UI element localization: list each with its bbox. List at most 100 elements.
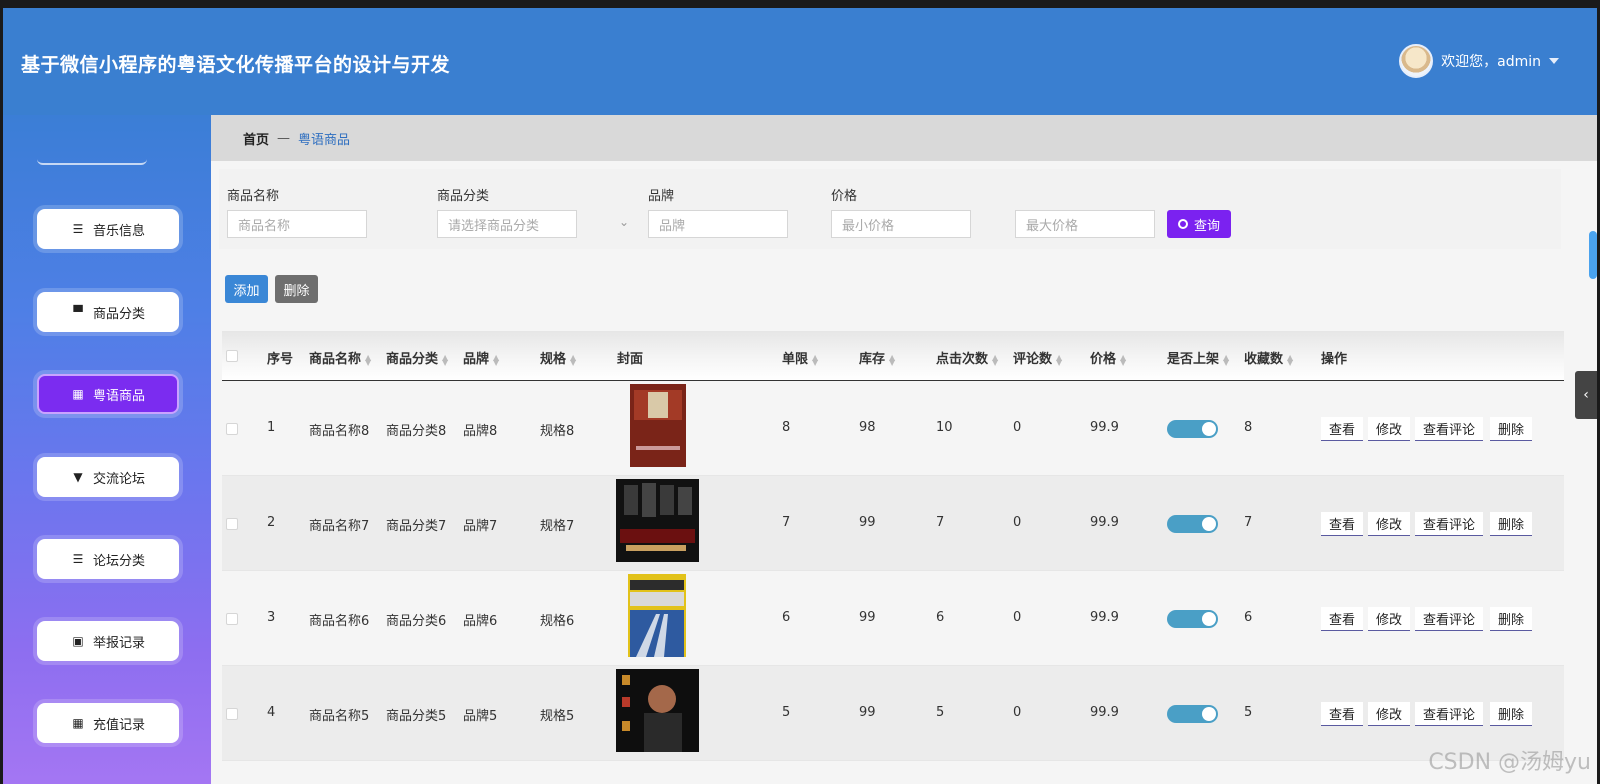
brand-label: 品牌 (648, 189, 675, 204)
breadcrumb-home[interactable]: 首页 (243, 129, 269, 148)
row-checkbox[interactable] (226, 613, 238, 625)
view-comments-button[interactable]: 查看评论 (1415, 417, 1484, 441)
sort-icon: ▲ ▼ (442, 352, 449, 367)
header-favorites[interactable]: 收藏数 ▲ ▼ (1244, 348, 1293, 367)
product-name-input[interactable]: 商品名称 (227, 210, 367, 238)
onsale-toggle[interactable] (1167, 705, 1218, 723)
cell-stock: 99 (859, 515, 876, 530)
view-comments-button[interactable]: 查看评论 (1415, 702, 1484, 726)
header-stock[interactable]: 库存 ▲ ▼ (859, 348, 895, 367)
sort-icon: ▲ ▼ (1223, 352, 1230, 367)
product-name-label: 商品名称 (227, 189, 280, 204)
row-delete-button[interactable]: 删除 (1490, 417, 1533, 441)
sidebar-item-forum[interactable]: ▼ 交流论坛 (37, 457, 179, 497)
cell-brand: 品牌7 (463, 519, 498, 534)
avatar[interactable] (1399, 44, 1434, 78)
cover-image[interactable] (616, 479, 699, 562)
onsale-toggle[interactable] (1167, 420, 1218, 438)
cell-limit: 5 (782, 705, 791, 720)
cell-index: 1 (267, 420, 276, 435)
sidebar-item-recharge-records[interactable]: ▦ 充值记录 (37, 703, 179, 743)
header-cover: 封面 (617, 352, 644, 367)
cell-stock: 99 (859, 705, 876, 720)
cell-brand: 品牌8 (463, 424, 498, 439)
table-row: 3 商品名称6 商品分类6 品牌6 规格6 6 99 6 0 99.9 6 查看… (222, 571, 1564, 666)
product-category-select[interactable]: 请选择商品分类 (437, 210, 577, 238)
header-brand[interactable]: 品牌 ▲ ▼ (463, 348, 499, 367)
header-spec[interactable]: 规格 ▲ ▼ (540, 348, 576, 367)
view-comments-button[interactable]: 查看评论 (1415, 512, 1484, 536)
header-comments[interactable]: 评论数 ▲ ▼ (1013, 348, 1062, 367)
brand-input[interactable]: 品牌 (648, 210, 788, 238)
cover-image[interactable] (628, 574, 686, 657)
sidebar-item-report-records[interactable]: ▣ 举报记录 (37, 621, 179, 661)
view-comments-button[interactable]: 查看评论 (1415, 607, 1484, 631)
header-price[interactable]: 价格 ▲ ▼ (1090, 348, 1126, 367)
view-button[interactable]: 查看 (1321, 512, 1364, 536)
cell-name: 商品名称7 (309, 519, 370, 534)
cell-index: 2 (267, 515, 276, 530)
table-row: 1 商品名称8 商品分类8 品牌8 规格8 8 98 10 0 99.9 8 查… (222, 381, 1564, 476)
onsale-toggle[interactable] (1167, 610, 1218, 628)
sidebar-item-label: 充值记录 (92, 717, 145, 733)
add-button[interactable]: 添加 (225, 275, 268, 303)
sidebar-item-music-info[interactable]: ☰ 音乐信息 (37, 209, 179, 249)
monitor-icon: ▀ (73, 305, 83, 319)
grid-icon: ▦ (72, 387, 84, 401)
sort-icon: ▲ ▼ (812, 352, 819, 367)
cell-comments: 0 (1013, 610, 1022, 625)
user-menu[interactable]: 欢迎您，admin (1399, 44, 1559, 78)
breadcrumb: 首页 — 粤语商品 (211, 115, 1597, 161)
app-title: 基于微信小程序的粤语文化传播平台的设计与开发 (21, 54, 451, 76)
edit-button[interactable]: 修改 (1368, 702, 1411, 726)
query-button[interactable]: 查询 (1167, 210, 1231, 238)
delete-button[interactable]: 删除 (275, 275, 318, 303)
sort-icon: ▲ ▼ (889, 352, 896, 367)
onsale-toggle[interactable] (1167, 515, 1218, 533)
edit-button[interactable]: 修改 (1368, 417, 1411, 441)
scrollbar-thumb[interactable] (1589, 231, 1597, 279)
sidebar-item-label: 商品分类 (92, 306, 145, 322)
sidebar-item-product-category[interactable]: ▀ 商品分类 (37, 292, 179, 332)
header-name[interactable]: 商品名称 ▲ ▼ (309, 348, 371, 367)
view-button[interactable]: 查看 (1321, 702, 1364, 726)
collapse-panel-tab[interactable]: ‹ (1575, 371, 1597, 419)
max-price-input[interactable]: 最大价格 (1015, 210, 1155, 238)
select-all-checkbox[interactable] (226, 350, 238, 362)
caret-down-icon[interactable] (1549, 58, 1559, 64)
row-delete-button[interactable]: 删除 (1490, 702, 1533, 726)
edit-button[interactable]: 修改 (1368, 607, 1411, 631)
view-button[interactable]: 查看 (1321, 417, 1364, 441)
search-icon (1177, 219, 1188, 229)
cell-price: 99.9 (1090, 705, 1119, 720)
top-header: 基于微信小程序的粤语文化传播平台的设计与开发 欢迎您，admin (3, 8, 1597, 115)
row-checkbox[interactable] (226, 708, 238, 720)
cell-name: 商品名称8 (309, 424, 370, 439)
breadcrumb-separator: — (277, 130, 291, 146)
row-checkbox[interactable] (226, 518, 238, 530)
sidebar-item-cantonese-products[interactable]: ▦ 粤语商品 (37, 374, 179, 414)
header-limit[interactable]: 单限 ▲ ▼ (782, 348, 818, 367)
cover-image[interactable] (616, 669, 699, 752)
cell-comments: 0 (1013, 420, 1022, 435)
header-category[interactable]: 商品分类 ▲ ▼ (386, 348, 448, 367)
row-checkbox[interactable] (226, 423, 238, 435)
app-window: 基于微信小程序的粤语文化传播平台的设计与开发 欢迎您，admin ☰ 音乐信息 … (3, 8, 1597, 784)
row-delete-button[interactable]: 删除 (1490, 607, 1533, 631)
chevron-down-icon[interactable]: ⌄ (619, 215, 629, 229)
sort-icon: ▲ ▼ (365, 352, 372, 367)
cell-limit: 7 (782, 515, 791, 530)
header-onsale[interactable]: 是否上架 ▲ ▼ (1167, 348, 1229, 367)
sidebar-item-forum-category[interactable]: ☰ 论坛分类 (37, 539, 179, 579)
row-delete-button[interactable]: 删除 (1490, 512, 1533, 536)
sidebar-item-label: 举报记录 (92, 635, 145, 651)
view-button[interactable]: 查看 (1321, 607, 1364, 631)
cell-limit: 6 (782, 610, 791, 625)
header-clicks[interactable]: 点击次数 ▲ ▼ (936, 348, 998, 367)
sidebar-decoration (37, 155, 147, 165)
cell-stock: 99 (859, 610, 876, 625)
cell-spec: 规格7 (540, 519, 575, 534)
cover-image[interactable] (630, 384, 686, 467)
min-price-input[interactable]: 最小价格 (831, 210, 971, 238)
edit-button[interactable]: 修改 (1368, 512, 1411, 536)
